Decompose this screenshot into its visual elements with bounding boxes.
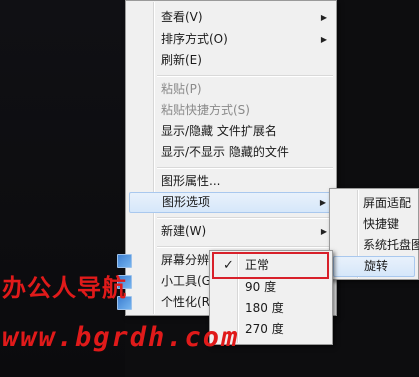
menu-item-paste-shortcut: 粘贴快捷方式(S): [129, 100, 333, 121]
menu-item-graphics-options[interactable]: 图形选项 ▶: [129, 192, 333, 213]
desktop-background: [0, 0, 125, 377]
menu-item-gadgets-label: 小工具(G): [161, 274, 216, 288]
watermark-title: 办公人导航: [2, 274, 127, 302]
submenu-item-rotation-label: 旋转: [364, 259, 389, 273]
menu-item-new[interactable]: 新建(W) ▶: [129, 221, 333, 242]
watermark-url: www.bgrdh.com: [2, 322, 240, 353]
menu-item-graphics-options-label: 图形选项: [162, 195, 211, 209]
menu-item-new-label: 新建(W): [161, 224, 207, 238]
menu-item-toggle-hidden-files-label: 显示/不显示 隐藏的文件: [161, 145, 289, 159]
menu-item-sort-by[interactable]: 排序方式(O) ▶: [129, 29, 333, 50]
menu-separator: [157, 246, 333, 248]
rotation-item-180[interactable]: 180 度: [213, 298, 329, 319]
submenu-item-hotkeys[interactable]: 快捷键: [333, 214, 415, 235]
menu-separator: [157, 167, 333, 169]
submenu-item-hotkeys-label: 快捷键: [363, 217, 400, 231]
menu-item-toggle-hidden-files[interactable]: 显示/不显示 隐藏的文件: [129, 142, 333, 163]
submenu-item-tray-icon-label: 系统托盘图: [363, 238, 419, 252]
menu-item-view[interactable]: 查看(V) ▶: [129, 7, 333, 28]
submenu-item-panel-fit-label: 屏面适配: [363, 196, 412, 210]
submenu-item-panel-fit[interactable]: 屏面适配: [333, 193, 415, 214]
menu-item-toggle-extensions[interactable]: 显示/隐藏 文件扩展名: [129, 121, 333, 142]
rotation-item-90[interactable]: 90 度: [213, 277, 329, 298]
rotation-item-90-label: 90 度: [245, 280, 277, 294]
menu-item-refresh-label: 刷新(E): [161, 53, 202, 67]
submenu-arrow-icon: ▶: [320, 35, 327, 44]
menu-item-graphics-properties[interactable]: 图形属性...: [129, 171, 333, 192]
menu-item-refresh[interactable]: 刷新(E): [129, 50, 333, 71]
submenu-item-rotation[interactable]: 旋转: [333, 256, 415, 277]
highlight-box: [212, 252, 329, 279]
menu-separator: [157, 75, 333, 77]
menu-item-paste-shortcut-label: 粘贴快捷方式(S): [161, 103, 250, 117]
menu-item-personalize-label: 个性化(R): [161, 295, 215, 309]
screen-resolution-icon: [117, 254, 132, 268]
rotation-item-270-label: 270 度: [245, 322, 284, 336]
submenu-item-tray-icon[interactable]: 系统托盘图: [333, 235, 419, 256]
menu-item-toggle-extensions-label: 显示/隐藏 文件扩展名: [161, 124, 277, 138]
menu-separator: [157, 217, 333, 219]
graphics-options-submenu: 屏面适配 快捷键 系统托盘图 旋转: [329, 188, 419, 280]
rotation-item-180-label: 180 度: [245, 301, 284, 315]
menu-item-graphics-properties-label: 图形属性...: [161, 174, 221, 188]
submenu-arrow-icon: ▶: [320, 13, 327, 22]
menu-item-view-label: 查看(V): [161, 10, 203, 24]
submenu-arrow-icon: ▶: [319, 198, 326, 207]
submenu-arrow-icon: ▶: [320, 227, 327, 236]
menu-item-paste: 粘贴(P): [129, 79, 333, 100]
menu-item-sort-by-label: 排序方式(O): [161, 32, 228, 46]
menu-item-paste-label: 粘贴(P): [161, 82, 202, 96]
